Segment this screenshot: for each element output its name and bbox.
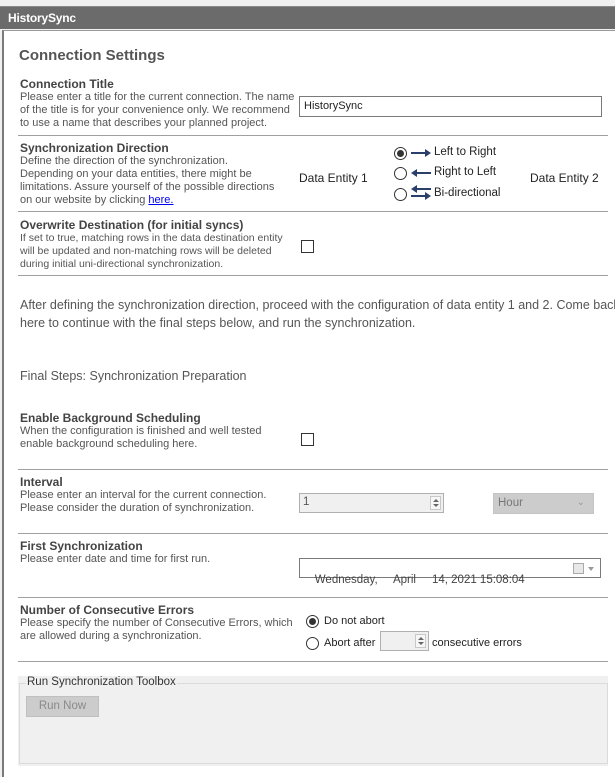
dropdown-arrow-icon[interactable] <box>588 567 594 571</box>
separator <box>18 469 608 470</box>
run-now-button[interactable]: Run Now <box>26 696 99 717</box>
description-line: will be updated and non-matching rows wi… <box>20 245 272 257</box>
window-title: HistorySync <box>8 11 76 25</box>
calendar-icon[interactable] <box>573 563 584 574</box>
abort-after-spin-buttons[interactable] <box>415 634 426 648</box>
description-line: on our website by clicking <box>20 194 146 206</box>
separator <box>18 597 608 598</box>
separator <box>18 661 608 662</box>
info-line: After defining the synchronization direc… <box>20 298 615 312</box>
first-sync-description: Please enter date and time for first run… <box>20 553 211 565</box>
description-line: If set to true, matching rows in the dat… <box>20 232 283 244</box>
background-scheduling-description: When the configuration is finished and w… <box>20 425 262 451</box>
description-line: limitations. Assure yourself of the poss… <box>20 181 275 193</box>
data-entity-2-label: Data Entity 2 <box>530 171 599 185</box>
direction-bidirectional-label[interactable]: Bi-directional <box>434 187 500 199</box>
interval-description: Please enter an interval for the current… <box>20 489 266 515</box>
interval-unit-select[interactable]: Hour ⌄ <box>493 493 594 514</box>
separator <box>18 211 608 212</box>
interval-spin-buttons[interactable] <box>430 496 441 510</box>
direction-left-to-right-label[interactable]: Left to Right <box>434 146 496 158</box>
description-line: Please consider the duration of synchron… <box>20 502 255 514</box>
chevron-down-icon: ⌄ <box>576 497 585 508</box>
toolbox-frame <box>19 683 608 764</box>
description-line: during initial uni-directional synchroni… <box>20 258 224 270</box>
overwrite-destination-checkbox[interactable] <box>301 240 314 253</box>
first-sync-label: First Synchronization <box>20 539 143 553</box>
run-sync-toolbox: Run Synchronization Toolbox Run Now <box>18 676 608 766</box>
description-line: Please enter an interval for the current… <box>20 489 267 501</box>
connection-title-input[interactable]: HistorySync <box>299 96 602 117</box>
arrow-left-icon <box>411 169 431 177</box>
separator <box>18 275 608 276</box>
window-titlebar: HistorySync <box>0 6 615 29</box>
interval-label: Interval <box>20 475 63 489</box>
background-scheduling-label: Enable Background Scheduling <box>20 411 201 425</box>
consecutive-errors-label: Number of Consecutive Errors <box>20 603 195 617</box>
direction-right-to-left-label[interactable]: Right to Left <box>434 166 496 178</box>
abort-after-radio[interactable] <box>306 637 319 650</box>
do-not-abort-radio[interactable] <box>306 615 319 628</box>
do-not-abort-label[interactable]: Do not abort <box>324 615 385 627</box>
separator <box>18 533 608 534</box>
final-steps-label: Final Steps: Synchronization Preparation <box>20 369 247 383</box>
overwrite-destination-label: Overwrite Destination (for initial syncs… <box>20 218 244 232</box>
direction-right-to-left-radio[interactable] <box>394 167 407 180</box>
direction-left-to-right-radio[interactable] <box>394 147 407 160</box>
info-text: After defining the synchronization direc… <box>20 296 615 332</box>
arrow-right-icon <box>411 149 431 157</box>
sync-direction-description: Define the direction of the synchronizat… <box>20 155 274 207</box>
direction-bidirectional-radio[interactable] <box>394 188 407 201</box>
description-line: enable background scheduling here. <box>20 438 198 450</box>
separator <box>18 135 608 136</box>
directions-help-link[interactable]: here. <box>148 194 173 206</box>
connection-title-label: Connection Title <box>20 77 114 91</box>
interval-value-stepper[interactable]: 1 <box>299 493 444 513</box>
arrow-bidirectional-icon <box>411 185 431 200</box>
abort-after-label[interactable]: Abort after <box>324 637 375 649</box>
toolbox-label: Run Synchronization Toolbox <box>26 676 177 688</box>
interval-unit-value: Hour <box>498 497 523 509</box>
background-scheduling-checkbox[interactable] <box>301 433 314 446</box>
page-title: Connection Settings <box>19 47 165 64</box>
connection-title-description: Please enter a title for the current con… <box>20 91 295 129</box>
interval-value: 1 <box>303 496 310 508</box>
data-entity-1-label: Data Entity 1 <box>299 171 368 185</box>
description-line: Depending on your data entities, there m… <box>20 168 252 180</box>
consecutive-errors-description: Please specify the number of Consecutive… <box>20 617 293 643</box>
description-line: Please specify the number of Consecutive… <box>20 617 293 629</box>
sync-direction-label: Synchronization Direction <box>20 141 169 155</box>
description-line: Define the direction of the synchronizat… <box>20 155 228 167</box>
overwrite-destination-description: If set to true, matching rows in the dat… <box>20 232 283 271</box>
consecutive-errors-suffix: consecutive errors <box>432 637 522 649</box>
description-line: When the configuration is finished and w… <box>20 425 262 437</box>
info-line: here to continue with the final steps be… <box>20 316 416 330</box>
description-line: are allowed during a synchronization. <box>20 630 202 642</box>
first-sync-datetime-picker[interactable]: Wednesday, April 14, 2021 15:08:04 <box>299 558 601 586</box>
first-sync-datetime-value: Wednesday, April 14, 2021 15:08:04 <box>314 574 525 586</box>
abort-after-stepper[interactable] <box>380 631 429 651</box>
connection-settings-panel: Connection Settings Connection Title Ple… <box>2 30 615 777</box>
